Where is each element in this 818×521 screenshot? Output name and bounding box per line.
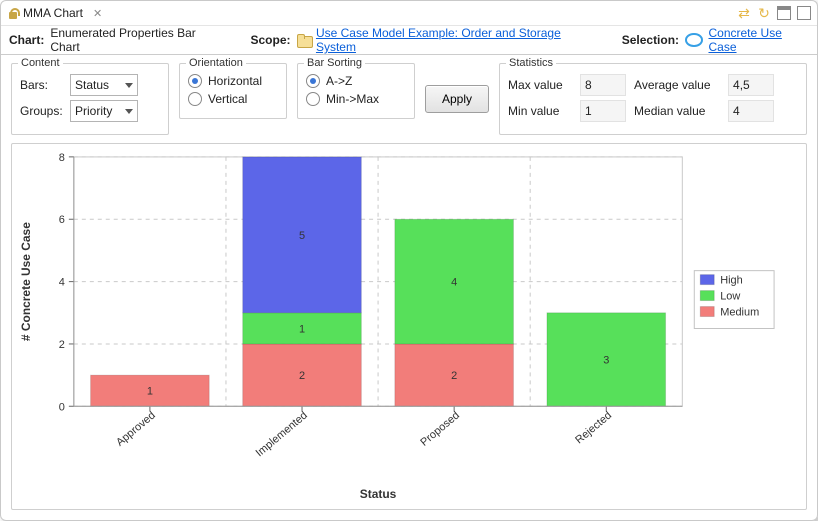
svg-text:4: 4 <box>59 277 65 289</box>
min-label: Min value <box>508 104 572 118</box>
svg-text:3: 3 <box>603 355 609 367</box>
svg-text:1: 1 <box>299 323 305 335</box>
svg-text:8: 8 <box>59 152 65 164</box>
svg-text:Approved: Approved <box>114 409 158 448</box>
scope-link[interactable]: Use Case Model Example: Order and Storag… <box>316 26 592 54</box>
orientation-vertical-radio[interactable] <box>188 92 202 106</box>
tab-close-icon[interactable]: ✕ <box>93 7 102 20</box>
sort-minmax-label: Min->Max <box>326 92 379 106</box>
selection-link[interactable]: Concrete Use Case <box>709 26 809 54</box>
svg-text:2: 2 <box>59 339 65 351</box>
statistics-legend: Statistics <box>506 57 556 69</box>
sort-minmax-radio[interactable] <box>306 92 320 106</box>
titlebar: MMA Chart ✕ ⇄ ↻ <box>1 1 817 26</box>
maximize-icon[interactable] <box>797 6 811 20</box>
chart-name: Enumerated Properties Bar Chart <box>50 26 221 54</box>
avg-label: Average value <box>634 78 720 92</box>
orientation-vertical-label: Vertical <box>208 92 247 106</box>
ellipse-icon <box>685 33 702 47</box>
svg-text:Low: Low <box>720 291 740 303</box>
chart-container: 0 2 4 6 8 1 Approved 2 1 5 Implemented 2 4 Proposed 3 R… <box>1 139 817 520</box>
chart-label: Chart: <box>9 33 44 47</box>
window-title: MMA Chart <box>23 6 83 20</box>
apply-button[interactable]: Apply <box>425 85 489 113</box>
svg-text:# Concrete Use Case: # Concrete Use Case <box>19 222 33 341</box>
chevron-down-icon <box>125 83 133 88</box>
sort-az-label: A->Z <box>326 74 352 88</box>
sort-az-radio[interactable] <box>306 74 320 88</box>
orientation-horizontal-radio[interactable] <box>188 74 202 88</box>
svg-text:Medium: Medium <box>720 307 759 319</box>
svg-text:5: 5 <box>299 230 305 242</box>
svg-text:4: 4 <box>451 277 457 289</box>
selection-label: Selection: <box>622 33 679 47</box>
avg-value: 4,5 <box>728 74 774 96</box>
svg-text:1: 1 <box>147 386 153 398</box>
svg-text:0: 0 <box>59 401 65 413</box>
app-window: MMA Chart ✕ ⇄ ↻ Chart: Enumerated Proper… <box>0 0 818 521</box>
content-legend: Content <box>18 57 63 69</box>
med-label: Median value <box>634 104 720 118</box>
svg-text:Proposed: Proposed <box>418 409 462 448</box>
groups-select[interactable]: Priority <box>70 100 138 122</box>
swap-icon[interactable]: ⇄ <box>737 6 751 20</box>
svg-text:Implemented: Implemented <box>254 409 310 459</box>
max-label: Max value <box>508 78 572 92</box>
info-header: Chart: Enumerated Properties Bar Chart S… <box>1 26 817 55</box>
groups-label: Groups: <box>20 104 64 118</box>
med-value: 4 <box>728 100 774 122</box>
refresh-icon[interactable]: ↻ <box>757 6 771 20</box>
bars-label: Bars: <box>20 78 64 92</box>
orientation-horizontal-label: Horizontal <box>208 74 262 88</box>
lock-icon <box>7 7 19 19</box>
groups-value: Priority <box>75 104 112 118</box>
orientation-legend: Orientation <box>186 57 246 69</box>
svg-text:Rejected: Rejected <box>573 409 614 446</box>
content-fieldset: Content Bars: Status Groups: Priority <box>11 63 169 135</box>
svg-text:Status: Status <box>360 487 397 501</box>
minimize-icon[interactable] <box>777 6 791 20</box>
statistics-fieldset: Statistics Max value 8 Average value 4,5… <box>499 63 807 135</box>
chevron-down-icon <box>125 109 133 114</box>
chart-frame: 0 2 4 6 8 1 Approved 2 1 5 Implemented 2 4 Proposed 3 R… <box>11 143 807 510</box>
folder-icon <box>297 34 310 46</box>
svg-text:6: 6 <box>59 214 65 226</box>
controls-panel: Content Bars: Status Groups: Priority Or… <box>1 55 817 139</box>
barsorting-fieldset: Bar Sorting A->Z Min->Max <box>297 63 415 119</box>
bars-select[interactable]: Status <box>70 74 138 96</box>
max-value: 8 <box>580 74 626 96</box>
chart-svg: 0 2 4 6 8 1 Approved 2 1 5 Implemented 2 4 Proposed 3 R… <box>12 144 806 509</box>
scope-label: Scope: <box>251 33 291 47</box>
svg-text:High: High <box>720 275 743 287</box>
svg-text:2: 2 <box>299 370 305 382</box>
bars-value: Status <box>75 78 109 92</box>
min-value: 1 <box>580 100 626 122</box>
barsorting-legend: Bar Sorting <box>304 57 365 69</box>
orientation-fieldset: Orientation Horizontal Vertical <box>179 63 287 119</box>
svg-text:2: 2 <box>451 370 457 382</box>
